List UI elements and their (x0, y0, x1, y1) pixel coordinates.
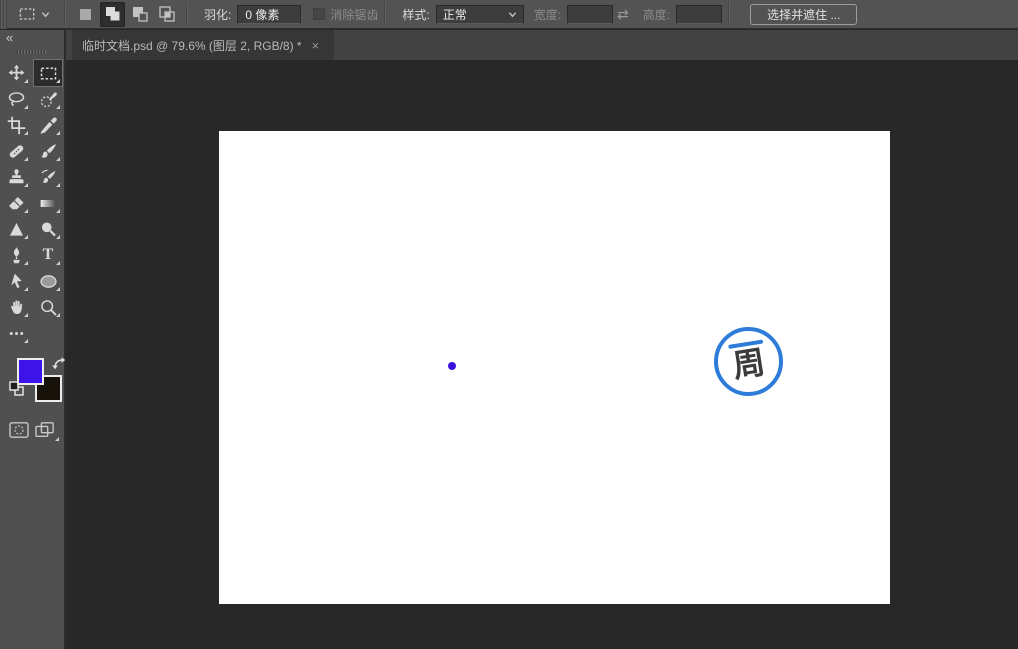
separator (186, 3, 188, 25)
edit-toolbar-button[interactable] (2, 320, 30, 346)
logo-content: 周 (728, 339, 769, 385)
width-label: 宽度: (533, 7, 562, 22)
quick-mask-button[interactable] (7, 420, 31, 440)
shape-tool[interactable] (34, 268, 62, 294)
foreground-color-swatch[interactable] (17, 358, 44, 385)
pen-tool[interactable] (2, 242, 30, 268)
document-tab-title: 临时文档.psd @ 79.6% (图层 2, RGB/8) * (82, 38, 302, 53)
document-tab-bar: 临时文档.psd @ 79.6% (图层 2, RGB/8) * × (66, 30, 1018, 60)
select-and-mask-button[interactable]: 选择并遮住 ... (750, 3, 858, 25)
zoom-tool[interactable] (34, 294, 62, 320)
add-to-selection-icon (105, 7, 119, 21)
swap-colors-icon[interactable] (52, 356, 66, 370)
document-canvas[interactable]: 周 (219, 131, 890, 604)
screen-mode-icon (35, 422, 54, 437)
brush-tool[interactable] (34, 138, 62, 164)
chevron-down-icon (41, 11, 50, 17)
width-input[interactable] (567, 4, 614, 24)
height-input[interactable] (676, 4, 723, 24)
add-to-selection-button[interactable] (100, 1, 125, 27)
crop-tool[interactable] (2, 112, 30, 138)
gradient-tool[interactable] (34, 190, 62, 216)
spot-healing-brush-tool[interactable] (2, 138, 30, 164)
swap-dimensions-icon[interactable]: ⇄ (617, 6, 629, 23)
dodge-tool[interactable] (34, 216, 62, 242)
chevron-down-icon (508, 11, 516, 17)
logo-character: 周 (730, 343, 768, 385)
hand-tool[interactable] (2, 294, 30, 320)
workspace[interactable]: 周 (68, 60, 1018, 649)
eraser-tool[interactable] (2, 190, 30, 216)
separator (64, 3, 66, 25)
tab-close-icon[interactable]: × (312, 39, 320, 52)
rectangular-marquee-tool[interactable] (34, 60, 62, 86)
document-tab[interactable]: 临时文档.psd @ 79.6% (图层 2, RGB/8) * × (72, 30, 334, 60)
antialias-group: 消除锯齿 (301, 6, 378, 23)
tool-preset-picker[interactable] (7, 0, 58, 29)
logo-circle: 周 (714, 327, 783, 396)
collapse-panel-icon[interactable]: « (0, 30, 64, 46)
intersect-selection-button[interactable] (154, 2, 179, 27)
options-bar: 羽化: 0 像素 消除锯齿 样式: 正常 宽度: ⇄ 高度: 选择并遮住 ... (0, 0, 1018, 29)
move-tool[interactable] (2, 60, 30, 86)
new-selection-icon (79, 9, 91, 20)
quick-mask-icon (9, 422, 29, 438)
type-tool-glyph: T (42, 246, 54, 263)
history-brush-tool[interactable] (34, 164, 62, 190)
antialias-label: 消除锯齿 (330, 7, 379, 22)
eyedropper-tool[interactable] (34, 112, 62, 138)
toolbar-bottom-buttons (0, 412, 64, 441)
separator (384, 3, 387, 25)
options-bar-grip[interactable] (0, 0, 7, 29)
blur-tool[interactable] (2, 216, 30, 242)
rectangular-marquee-icon (19, 8, 35, 20)
style-dropdown[interactable]: 正常 (435, 4, 524, 24)
type-tool[interactable]: T (34, 242, 62, 268)
quick-selection-tool[interactable] (34, 86, 62, 112)
paint-dot (448, 362, 456, 370)
tools-panel: « T (0, 30, 66, 649)
intersect-selection-icon (158, 6, 175, 22)
tools-panel-grip[interactable] (17, 50, 47, 54)
subtract-from-selection-icon (132, 7, 148, 22)
style-value: 正常 (442, 7, 467, 22)
new-selection-button[interactable] (73, 2, 98, 27)
separator (728, 3, 731, 25)
color-controls (6, 356, 68, 408)
feather-input[interactable]: 0 像素 (237, 4, 302, 24)
path-selection-tool[interactable] (2, 268, 30, 294)
clone-stamp-tool[interactable] (2, 164, 30, 190)
antialias-checkbox[interactable] (313, 8, 326, 20)
subtract-from-selection-button[interactable] (127, 2, 152, 27)
feather-label: 羽化: (204, 7, 232, 22)
style-label: 样式: (402, 7, 430, 22)
tools-grid: T (0, 60, 64, 346)
screen-mode-button[interactable] (33, 420, 59, 441)
height-label: 高度: (642, 7, 671, 22)
lasso-tool[interactable] (2, 86, 30, 112)
